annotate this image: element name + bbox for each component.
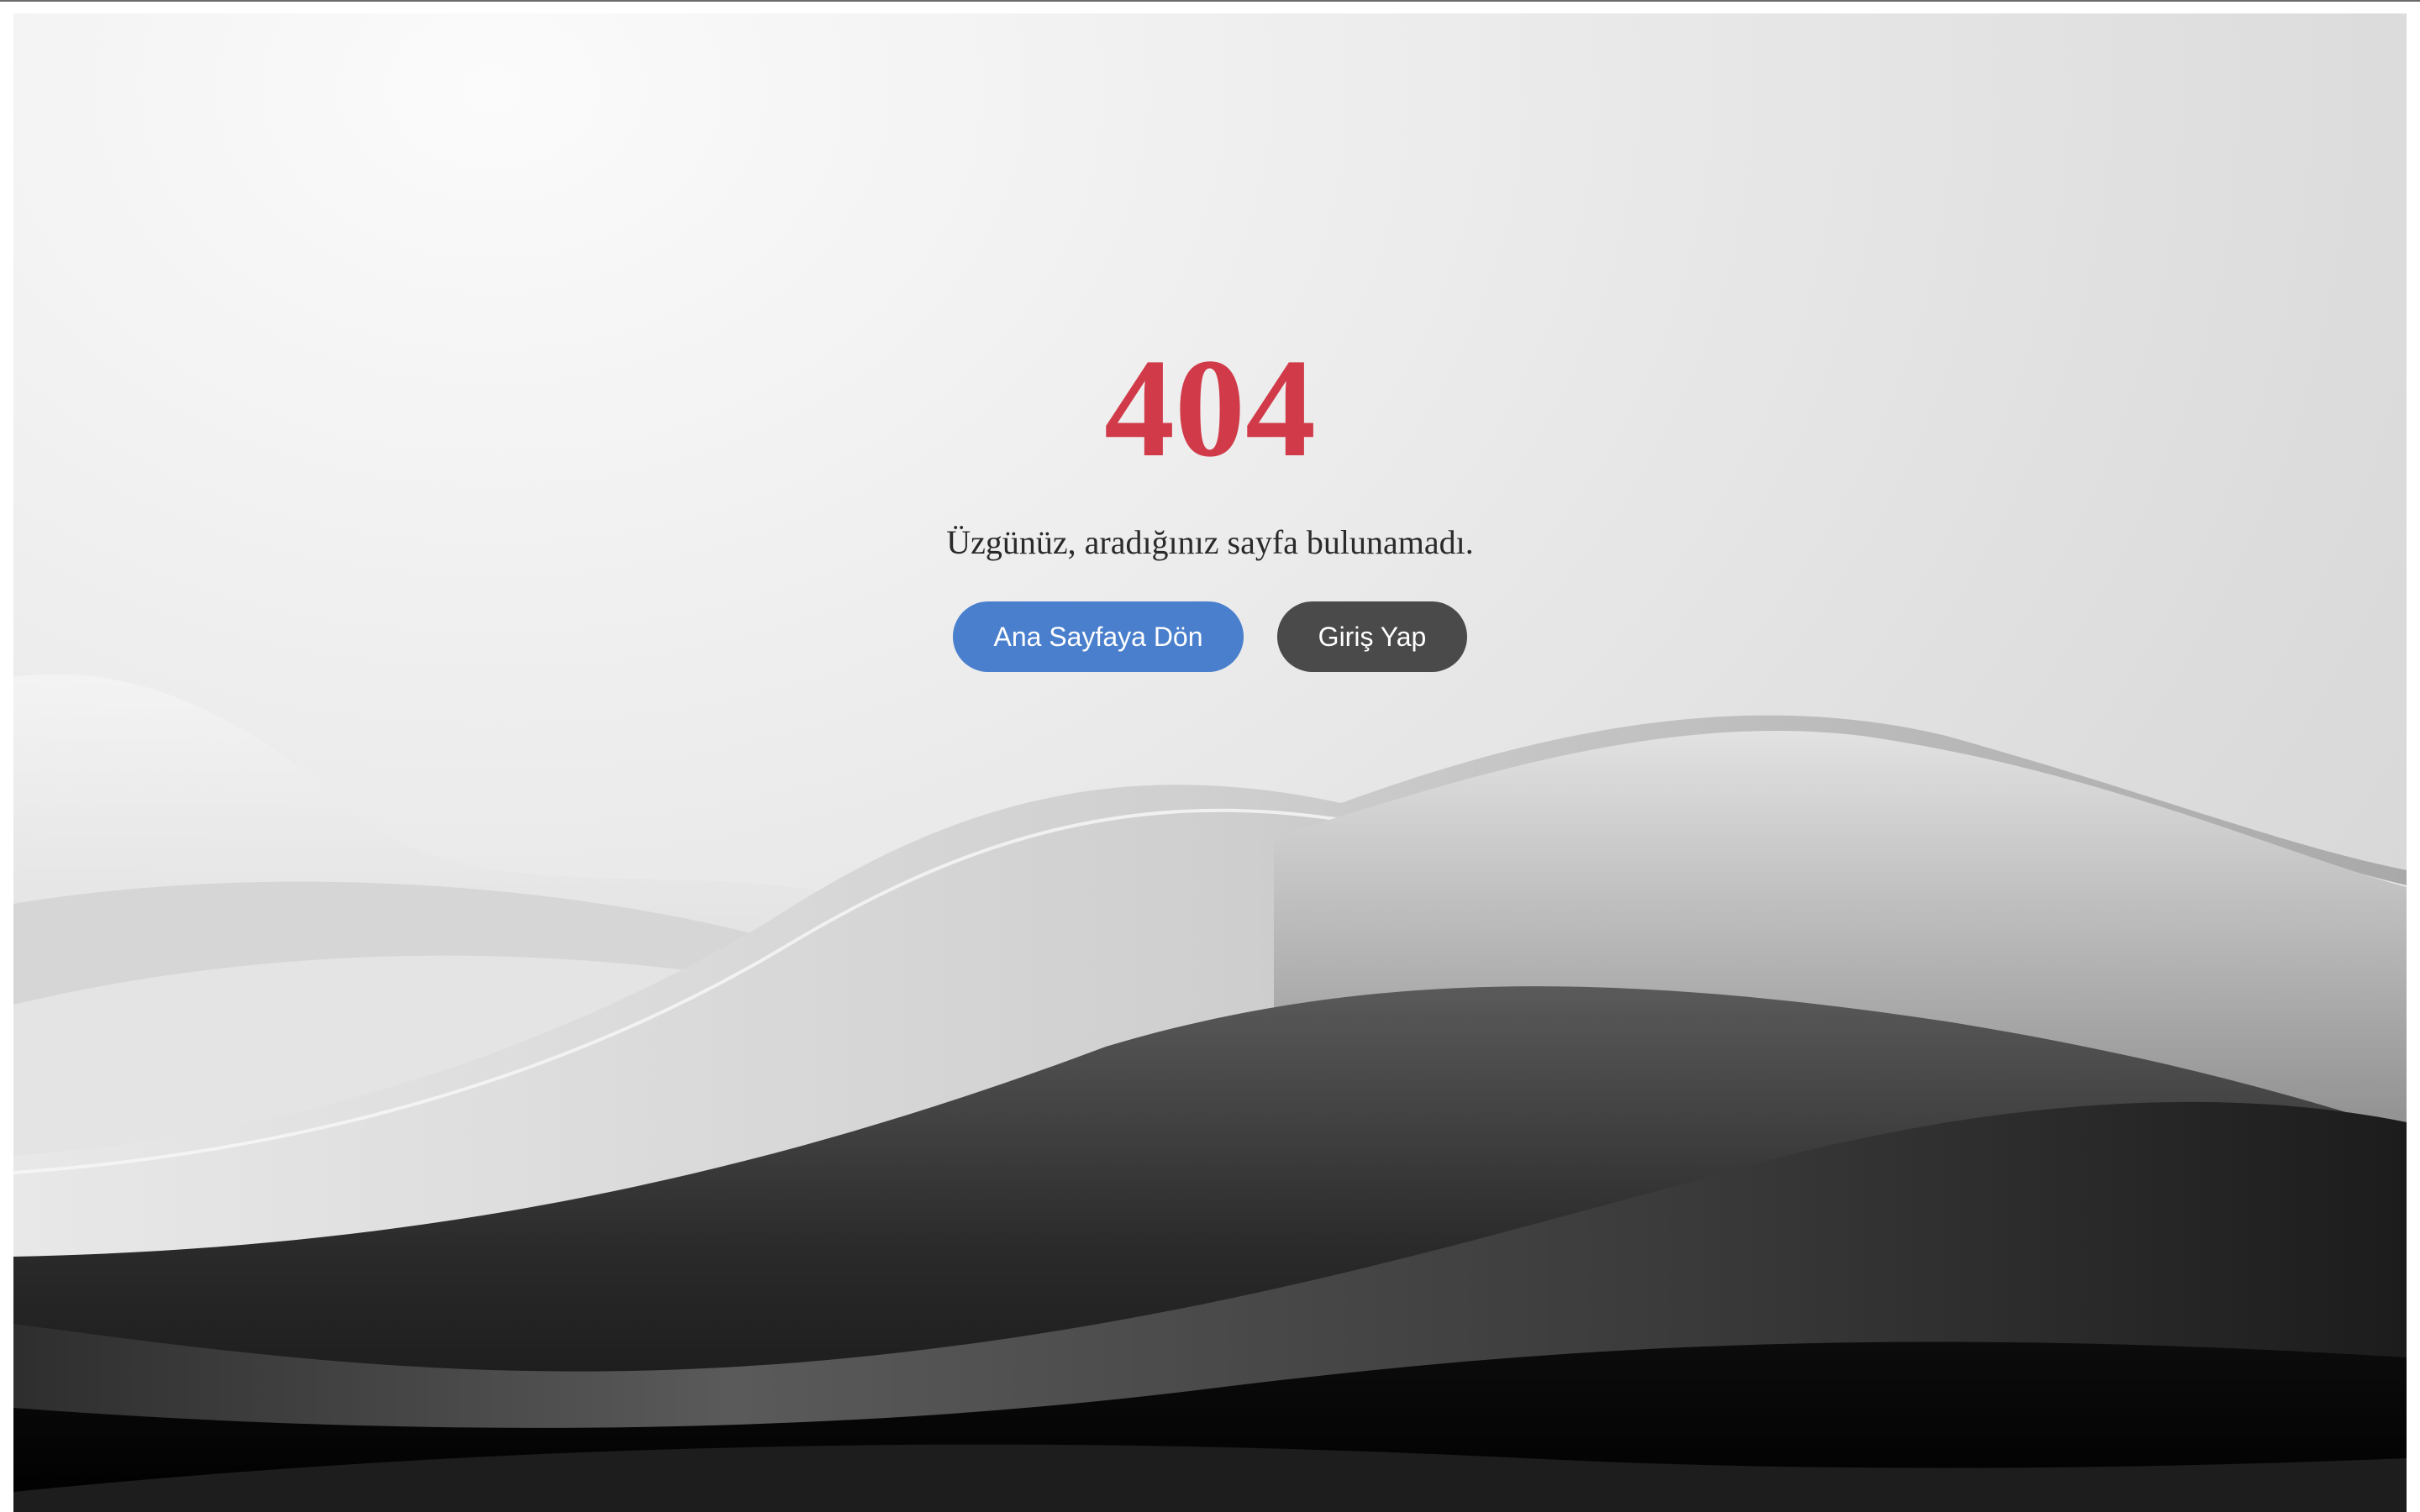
action-buttons: Ana Sayfaya Dön Giriş Yap: [13, 601, 2407, 672]
login-button[interactable]: Giriş Yap: [1277, 601, 1467, 672]
window-top-border: [0, 0, 2420, 2]
error-message: Üzgünüz, aradığınız sayfa bulunamadı.: [946, 523, 1474, 561]
error-code: 404: [1104, 330, 1316, 486]
error-content: 404 Üzgünüz, aradığınız sayfa bulunamadı…: [13, 13, 2407, 1512]
page-viewport: 404 Üzgünüz, aradığınız sayfa bulunamadı…: [13, 13, 2407, 1512]
home-button[interactable]: Ana Sayfaya Dön: [953, 601, 1244, 672]
